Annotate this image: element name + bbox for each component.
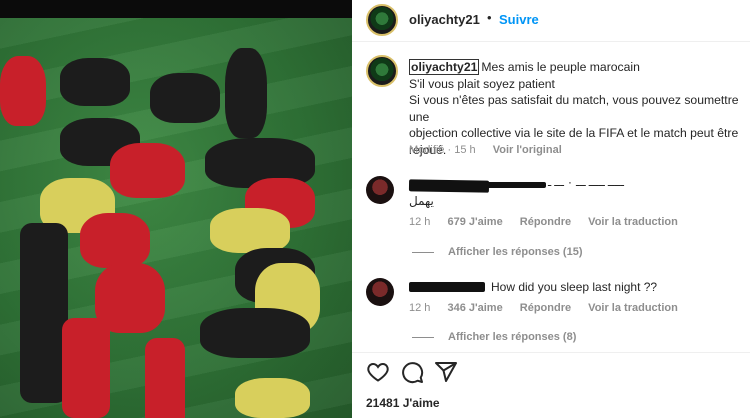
comment-icon[interactable]	[400, 360, 424, 384]
commenter-avatar[interactable]	[366, 176, 394, 204]
heart-icon[interactable]	[366, 360, 390, 384]
player-figure	[210, 208, 290, 253]
caption-line: Si vous n'êtes pas satisfait du match, v…	[409, 93, 739, 124]
author-avatar[interactable]	[366, 4, 398, 36]
caption-line: objection collective via le site de la F…	[409, 126, 739, 140]
player-figure	[235, 378, 310, 418]
caption-line: S'il vous plait soyez patient	[409, 76, 555, 91]
reply-button[interactable]: Répondre	[520, 216, 571, 228]
see-original-link[interactable]: Voir l'original	[493, 144, 562, 156]
separator-dot: •	[487, 10, 492, 25]
redacted-username	[409, 282, 485, 292]
caption-edited-time: Modifié · 15 h	[409, 144, 476, 156]
translate-link[interactable]: Voir la traduction	[588, 302, 678, 314]
post-actions	[366, 360, 468, 384]
commenter-avatar[interactable]	[366, 278, 394, 306]
header-divider	[352, 41, 750, 42]
caption-meta: Modifié · 15 h Voir l'original	[409, 144, 576, 156]
comment-time: 12 h	[409, 216, 431, 228]
send-icon[interactable]	[434, 360, 458, 384]
post-header: oliyachty21 • Suivre	[352, 0, 750, 40]
player-figure	[0, 56, 46, 126]
player-figure	[60, 58, 130, 106]
player-figure	[145, 338, 185, 418]
player-figure	[200, 308, 310, 358]
likes-count[interactable]: 21481 J'aime	[366, 396, 440, 410]
post-panel: oliyachty21 • Suivre oliyachty21 Mes amis…	[352, 0, 750, 418]
redacted-username	[408, 179, 490, 193]
comment-text: يهمل	[409, 194, 434, 208]
comment-likes[interactable]: 346 J'aime	[447, 302, 502, 314]
translate-link[interactable]: Voir la traduction	[588, 216, 678, 228]
player-figure	[62, 318, 110, 418]
comment-time: 12 h	[409, 302, 431, 314]
player-figure	[110, 143, 185, 198]
caption-username[interactable]: oliyachty21	[409, 59, 480, 75]
post-image[interactable]	[0, 0, 352, 418]
view-replies-button[interactable]: Afficher les réponses (8)	[412, 331, 576, 343]
comment-meta: 12 h 346 J'aime Répondre Voir la traduct…	[409, 302, 692, 314]
comment-text: ـــــ ـــــ ـــ ٠ ـــ ـ	[548, 177, 625, 189]
comment-meta: 12 h 679 J'aime Répondre Voir la traduct…	[409, 216, 692, 228]
player-figure	[80, 213, 150, 268]
actions-divider	[352, 352, 750, 353]
redacted-text	[486, 182, 546, 188]
comment-likes[interactable]: 679 J'aime	[447, 216, 502, 228]
player-figure	[20, 223, 68, 403]
pitch-background	[0, 18, 352, 418]
reply-button[interactable]: Répondre	[520, 302, 571, 314]
follow-button[interactable]: Suivre	[499, 12, 539, 27]
player-figure	[150, 73, 220, 123]
caption-avatar[interactable]	[366, 55, 398, 87]
replies-rule	[412, 336, 434, 338]
view-replies-button[interactable]: Afficher les réponses (15)	[412, 246, 583, 258]
caption-line: Mes amis le peuple marocain	[481, 60, 640, 74]
view-replies-label: Afficher les réponses (15)	[448, 246, 583, 258]
image-top-bar	[0, 0, 352, 18]
view-replies-label: Afficher les réponses (8)	[448, 331, 577, 343]
comment-text: How did you sleep last night ??	[491, 280, 658, 294]
replies-rule	[412, 251, 434, 253]
author-username[interactable]: oliyachty21	[409, 12, 480, 27]
player-figure	[225, 48, 267, 138]
